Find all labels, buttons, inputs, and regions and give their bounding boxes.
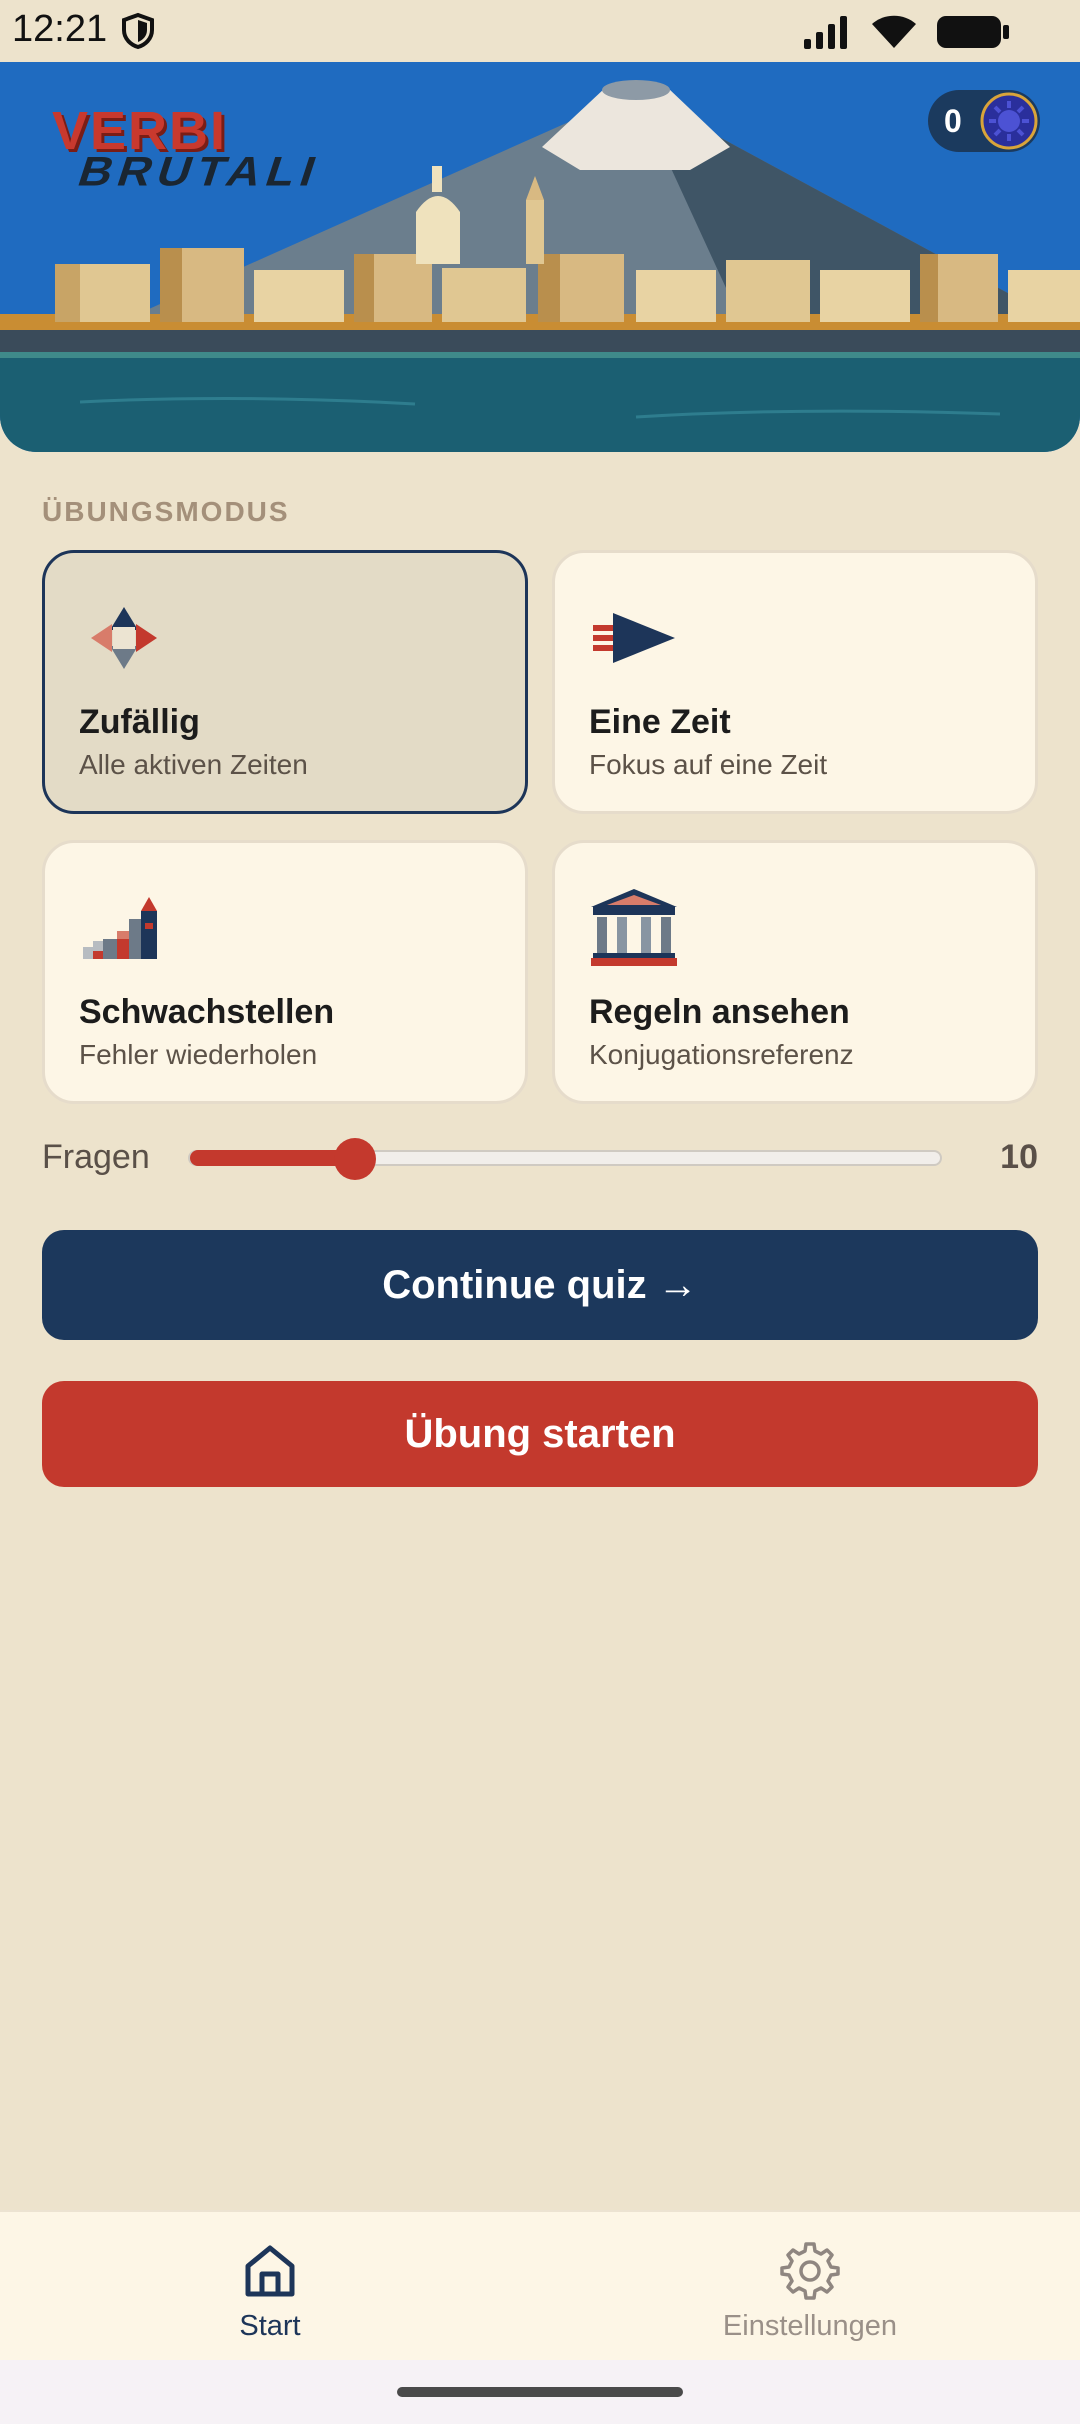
status-time: 12:21 (12, 8, 108, 50)
app-root: 12:21 VERBI BRUTALI 0 ÜBUNGSMODUS Zufäll… (0, 0, 1080, 2424)
mode-card-single-tense[interactable]: Eine Zeit Fokus auf eine Zeit (552, 550, 1038, 814)
question-count-value: 10 (1000, 1138, 1038, 1176)
coin-counter[interactable]: 0 (928, 90, 1040, 152)
nav-label: Einstellungen (722, 2310, 898, 2342)
mode-subtitle: Alle aktiven Zeiten (79, 749, 308, 780)
mode-card-weak-spots[interactable]: Schwachstellen Fehler wiederholen (42, 840, 528, 1104)
slider-thumb[interactable] (334, 1138, 376, 1180)
coin-count: 0 (944, 102, 962, 139)
gear-icon (780, 2242, 840, 2300)
arrow-flag-icon (593, 613, 675, 663)
question-count-label: Fragen (42, 1138, 150, 1176)
mode-title: Regeln ansehen (589, 993, 850, 1031)
home-icon (245, 2245, 295, 2297)
mode-subtitle: Konjugationsreferenz (589, 1039, 854, 1070)
mode-subtitle: Fokus auf eine Zeit (589, 749, 828, 780)
compass-icon (91, 607, 157, 669)
question-count-slider[interactable] (188, 1138, 942, 1180)
logo-word-bottom: BRUTALI (72, 147, 329, 195)
nav-item-start[interactable]: Start (120, 2240, 420, 2343)
home-gesture-handle[interactable] (397, 2387, 683, 2397)
nav-label: Start (239, 2310, 301, 2342)
temple-icon (591, 889, 677, 966)
mode-title: Schwachstellen (79, 993, 335, 1031)
status-bar: 12:21 (0, 0, 1080, 62)
hero-banner: VERBI BRUTALI 0 (0, 62, 1080, 452)
wifi-icon (872, 15, 916, 48)
app-logo: VERBI BRUTALI (52, 100, 328, 220)
signal-icon (804, 16, 847, 49)
mode-subtitle: Fehler wiederholen (79, 1039, 318, 1070)
sun-coin-icon (980, 92, 1038, 150)
bottom-nav: Start Einstellungen (0, 2210, 1080, 2360)
battery-icon (937, 16, 1009, 48)
nav-item-settings[interactable]: Einstellungen (660, 2240, 960, 2343)
section-label-practice-mode: ÜBUNGSMODUS (42, 496, 290, 527)
mode-title: Eine Zeit (589, 703, 731, 741)
start-practice-button[interactable]: Übung starten (42, 1381, 1038, 1487)
status-icons (802, 14, 1010, 50)
stairs-tower-icon (83, 897, 157, 959)
slider-fill (190, 1150, 355, 1166)
mode-card-random[interactable]: Zufällig Alle aktiven Zeiten (42, 550, 528, 814)
mode-title: Zufällig (79, 703, 200, 741)
mode-card-rules[interactable]: Regeln ansehen Konjugationsreferenz (552, 840, 1038, 1104)
shield-icon (122, 12, 154, 50)
continue-quiz-button[interactable]: Continue quiz → (42, 1230, 1038, 1340)
